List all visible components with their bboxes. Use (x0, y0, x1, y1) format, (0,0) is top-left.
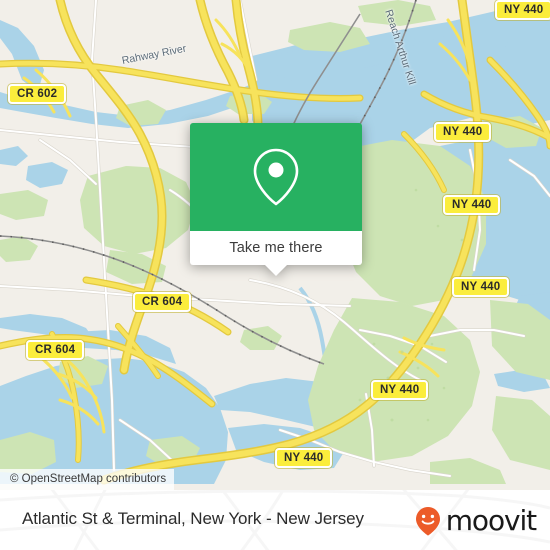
moovit-brand[interactable]: moovit (411, 504, 537, 538)
road-shield-ny-440-top-right[interactable]: NY 440 (495, 0, 550, 20)
map-canvas[interactable]: Rahway River Reach Arthur Kill CR 602 NY… (0, 0, 550, 490)
page-footer: Atlantic St & Terminal, New York - New J… (0, 490, 550, 550)
take-me-there-label: Take me there (229, 240, 323, 256)
moovit-wordmark: moovit (445, 504, 537, 537)
road-shield-ny-440-mid-lower[interactable]: NY 440 (452, 277, 510, 297)
popup-header (190, 123, 362, 231)
road-shield-cr-602[interactable]: CR 602 (8, 84, 67, 104)
station-popup-card[interactable]: Take me there (190, 123, 362, 276)
road-shield-ny-440-upper[interactable]: NY 440 (434, 122, 492, 142)
popup-footer[interactable]: Take me there (190, 231, 362, 276)
road-shield-ny-440-bottom[interactable]: NY 440 (275, 448, 333, 468)
road-shield-cr-604-lower[interactable]: CR 604 (26, 340, 85, 360)
road-shield-ny-440-lower[interactable]: NY 440 (371, 380, 429, 400)
moovit-smiley-pin-icon (415, 507, 440, 536)
moovit-station-map-page: Rahway River Reach Arthur Kill CR 602 NY… (0, 0, 550, 550)
map-pin-icon (253, 148, 299, 206)
page-title: Atlantic St & Terminal, New York - New J… (22, 509, 364, 528)
road-shield-ny-440-mid[interactable]: NY 440 (443, 195, 501, 215)
map-attribution[interactable]: © OpenStreetMap contributors (0, 469, 175, 490)
road-shield-cr-604-upper[interactable]: CR 604 (133, 292, 192, 312)
popup-tail-arrow (265, 265, 287, 276)
